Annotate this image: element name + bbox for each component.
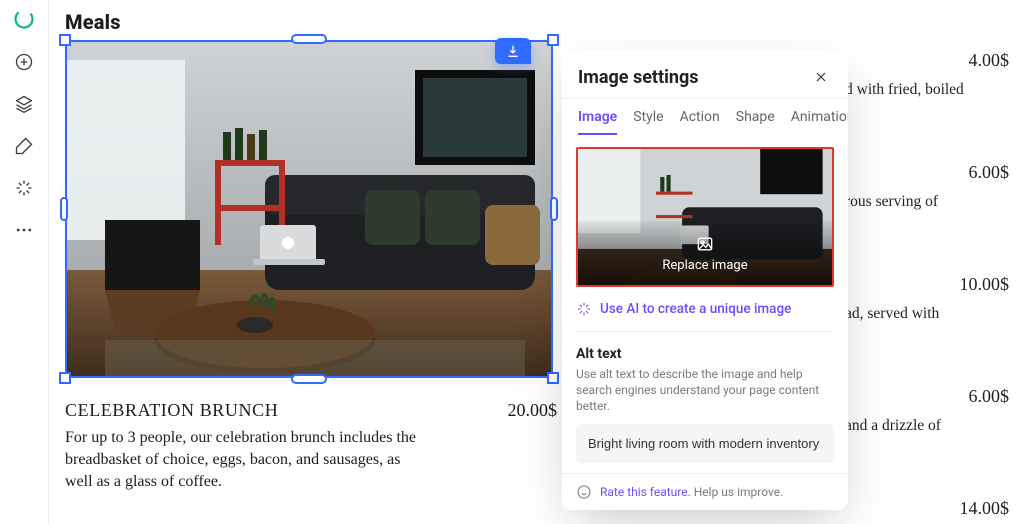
selected-image[interactable] [65, 40, 553, 378]
alt-text-input[interactable] [576, 424, 834, 463]
sparkle-icon[interactable] [12, 176, 36, 200]
resize-handle-br[interactable] [547, 372, 559, 384]
editor-canvas[interactable]: Meals [49, 0, 1024, 524]
resize-handle-b[interactable] [291, 374, 327, 384]
resize-handle-l[interactable] [60, 197, 68, 221]
panel-tabs: Image Style Action Shape Animation [562, 101, 848, 135]
ai-generate-button[interactable]: Use AI to create a unique image [576, 301, 834, 317]
ai-generate-label: Use AI to create a unique image [600, 301, 791, 317]
smile-icon [576, 484, 592, 500]
add-icon[interactable] [12, 50, 36, 74]
replace-image-button[interactable]: Replace image [576, 147, 834, 287]
improve-text: Help us improve. [694, 485, 784, 499]
pen-icon[interactable] [12, 134, 36, 158]
image-icon [695, 234, 715, 254]
close-icon [813, 69, 829, 85]
panel-title: Image settings [578, 67, 699, 88]
alt-text-help: Use alt text to describe the image and h… [576, 366, 834, 414]
resize-handle-t[interactable] [291, 34, 327, 44]
left-rail [0, 0, 49, 524]
rate-feature-link[interactable]: Rate this feature. [600, 485, 691, 499]
resize-handle-r[interactable] [550, 197, 558, 221]
download-badge[interactable] [495, 38, 531, 64]
layers-icon[interactable] [12, 92, 36, 116]
menu-item: CELEBRATION BRUNCH 20.00$ For up to 3 pe… [65, 400, 557, 493]
replace-label: Replace image [662, 258, 747, 273]
tab-animation[interactable]: Animation [791, 109, 848, 135]
brand-logo-icon[interactable] [11, 6, 37, 32]
image-settings-panel: Image settings Image Style Action Shape … [562, 50, 848, 510]
replace-overlay: Replace image [578, 221, 832, 285]
section-heading: Meals [65, 10, 1010, 34]
tab-image[interactable]: Image [578, 109, 617, 135]
tab-shape[interactable]: Shape [736, 109, 775, 135]
resize-handle-tr[interactable] [547, 34, 559, 46]
divider [576, 331, 834, 332]
resize-handle-bl[interactable] [59, 372, 71, 384]
sparkle-icon [576, 301, 592, 317]
room-image [65, 40, 553, 378]
item-price: 20.00$ [508, 400, 558, 421]
resize-handle-tl[interactable] [59, 34, 71, 46]
close-button[interactable] [810, 66, 832, 88]
item-description: For up to 3 people, our celebration brun… [65, 427, 425, 493]
tab-action[interactable]: Action [680, 109, 720, 135]
panel-footer: Rate this feature. Help us improve. [562, 473, 848, 510]
alt-text-label: Alt text [576, 346, 834, 362]
more-icon[interactable] [12, 218, 36, 242]
item-title: CELEBRATION BRUNCH [65, 400, 278, 421]
tab-style[interactable]: Style [633, 109, 663, 135]
